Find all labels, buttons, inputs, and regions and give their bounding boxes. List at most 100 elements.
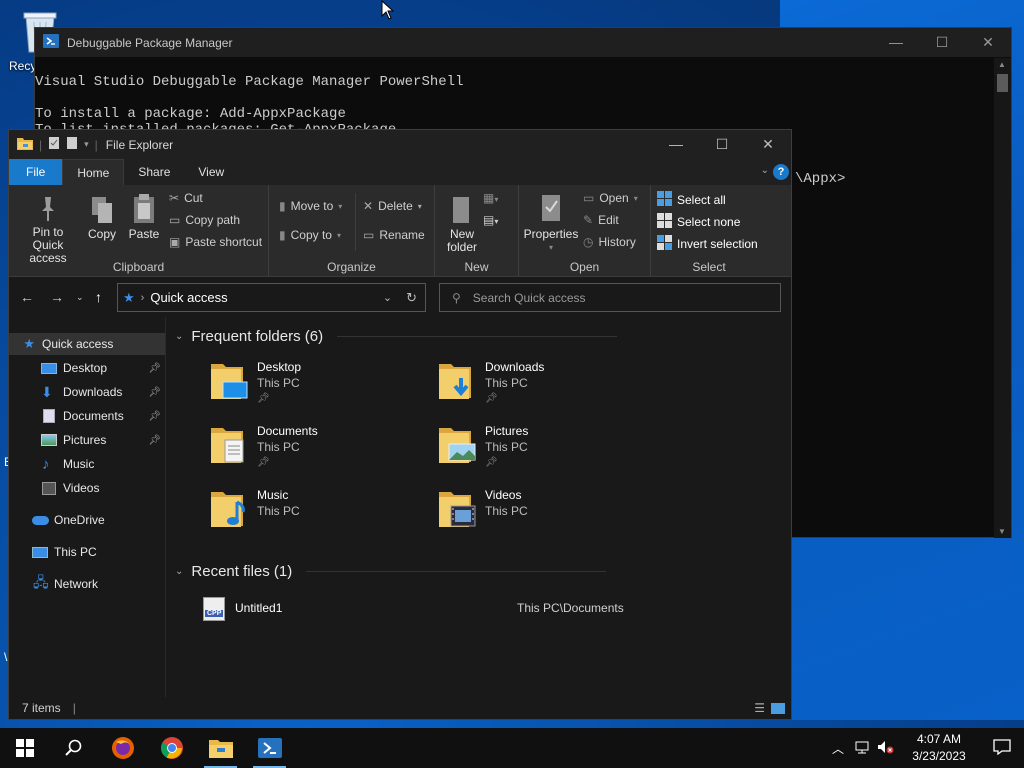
- search-button[interactable]: [49, 728, 98, 768]
- address-bar[interactable]: ★ › Quick access ⌄ ↻: [117, 283, 426, 312]
- nav-item-downloads[interactable]: ⬇ Downloads 📌︎: [9, 381, 165, 403]
- folder-tile-videos[interactable]: Videos This PC: [437, 488, 657, 546]
- folder-tile-desktop[interactable]: Desktop This PC 📌︎: [209, 360, 429, 418]
- taskbar-file-explorer-button[interactable]: [196, 728, 245, 768]
- close-button[interactable]: ✕: [745, 136, 791, 153]
- scrollbar-thumb[interactable]: [997, 74, 1008, 92]
- nav-item-onedrive[interactable]: OneDrive: [9, 509, 165, 531]
- nav-item-desktop[interactable]: Desktop 📌︎: [9, 357, 165, 379]
- new-folder-button[interactable]: New folder: [439, 195, 485, 254]
- copy-path-button[interactable]: ▭ Copy path: [169, 213, 240, 227]
- new-folder-icon: [439, 195, 485, 228]
- folder-tile-music[interactable]: Music This PC: [209, 488, 429, 546]
- copy-to-button[interactable]: ▮ Copy to ▾: [279, 228, 341, 242]
- taskbar-chrome-button[interactable]: [147, 728, 196, 768]
- up-arrow-icon[interactable]: ↑: [95, 289, 102, 305]
- list-item[interactable]: CPP Untitled1 This PC\Documents: [203, 597, 763, 623]
- volume-muted-icon[interactable]: [876, 740, 894, 757]
- expand-ribbon-icon[interactable]: ⌄: [761, 165, 769, 176]
- folder-tile-documents[interactable]: Documents This PC 📌︎: [209, 424, 429, 482]
- scroll-down-icon[interactable]: ▼: [998, 527, 1006, 536]
- explorer-titlebar[interactable]: | ▾ | File Explorer — ☐ ✕: [9, 130, 791, 159]
- pin-to-quick-access-button[interactable]: Pin to Quick access: [13, 195, 83, 265]
- pin-icon[interactable]: 📌︎: [148, 411, 161, 422]
- minimize-button[interactable]: —: [653, 136, 699, 153]
- new-folder-qat-icon[interactable]: [66, 136, 78, 153]
- properties-button[interactable]: Properties ▾: [523, 193, 579, 254]
- copy-button[interactable]: Copy: [85, 195, 119, 241]
- nav-item-this-pc[interactable]: This PC: [9, 541, 165, 563]
- frequent-folders-header[interactable]: ⌄ Frequent folders (6): [175, 328, 618, 345]
- recent-files-header[interactable]: ⌄ Recent files (1): [175, 563, 607, 580]
- nav-item-quick-access[interactable]: ★ Quick access: [9, 333, 165, 355]
- paste-button[interactable]: Paste: [125, 193, 163, 241]
- open-button[interactable]: ▭ Open ▾: [583, 191, 638, 205]
- pin-icon[interactable]: 📌︎: [148, 387, 161, 398]
- nav-label: Videos: [63, 481, 100, 495]
- back-arrow-icon[interactable]: ←: [20, 289, 34, 305]
- help-icon[interactable]: ?: [773, 164, 789, 180]
- breadcrumb-chevron-icon[interactable]: ›: [141, 292, 145, 304]
- paste-shortcut-button[interactable]: ▣ Paste shortcut: [169, 235, 262, 249]
- invert-selection-button[interactable]: Invert selection: [657, 235, 758, 253]
- powershell-titlebar[interactable]: Debuggable Package Manager — ☐ ✕: [35, 28, 1011, 57]
- forward-arrow-icon[interactable]: →: [50, 289, 64, 305]
- refresh-icon[interactable]: ↻: [406, 290, 417, 306]
- content-pane[interactable]: ⌄ Frequent folders (6) Desktop This PC 📌…: [167, 317, 791, 699]
- maximize-button[interactable]: ☐: [919, 34, 965, 51]
- address-dropdown-icon[interactable]: ⌄: [383, 291, 392, 304]
- details-view-icon[interactable]: ☰: [754, 701, 765, 715]
- folder-name: Videos: [485, 488, 522, 502]
- pin-icon[interactable]: 📌︎: [148, 435, 161, 446]
- ribbon: Pin to Quick access Copy Paste ✂ Cut ▭ Cop…: [9, 185, 791, 277]
- show-hidden-icons-chevron-icon[interactable]: ︿: [832, 740, 844, 757]
- large-icons-view-icon[interactable]: [771, 702, 785, 714]
- tab-view[interactable]: View: [184, 159, 238, 185]
- scroll-up-icon[interactable]: ▲: [998, 60, 1006, 69]
- collapse-chevron-icon[interactable]: ⌄: [175, 566, 183, 577]
- qat-dropdown-icon[interactable]: ▾: [84, 139, 89, 150]
- search-input[interactable]: ⚲ Search Quick access: [439, 283, 781, 312]
- nav-item-documents[interactable]: Documents 📌︎: [9, 405, 165, 427]
- tab-home[interactable]: Home: [62, 159, 125, 185]
- tab-share[interactable]: Share: [124, 159, 184, 185]
- paste-shortcut-icon: ▣: [169, 235, 181, 249]
- scrollbar[interactable]: ▲ ▼: [994, 58, 1011, 538]
- folder-tile-downloads[interactable]: Downloads This PC 📌︎: [437, 360, 657, 418]
- minimize-button[interactable]: —: [873, 34, 919, 51]
- tab-file[interactable]: File: [9, 159, 63, 185]
- nav-item-pictures[interactable]: Pictures 📌︎: [9, 429, 165, 451]
- recent-locations-icon[interactable]: ⌄: [76, 292, 84, 303]
- taskbar-firefox-button[interactable]: [98, 728, 147, 768]
- properties-qat-icon[interactable]: [48, 136, 60, 153]
- rename-button[interactable]: ▭ Rename: [363, 228, 425, 242]
- history-button[interactable]: ◷ History: [583, 235, 636, 249]
- clock[interactable]: 4:07 AM 3/23/2023: [898, 731, 980, 765]
- recent-header-label: Recent files (1): [191, 563, 293, 580]
- delete-button[interactable]: ✕ Delete ▾: [363, 199, 422, 213]
- navigation-pane[interactable]: ★ Quick access Desktop 📌︎ ⬇ Downloads 📌︎ Doc…: [9, 317, 166, 699]
- cut-button[interactable]: ✂ Cut: [169, 191, 203, 205]
- new-item-icon[interactable]: ▦▾: [483, 191, 498, 205]
- nav-item-videos[interactable]: Videos: [9, 477, 165, 499]
- delete-icon: ✕: [363, 199, 374, 213]
- easy-access-icon[interactable]: ▤▾: [483, 213, 498, 227]
- edit-label: Edit: [598, 213, 619, 227]
- edit-button[interactable]: ✎ Edit: [583, 213, 619, 227]
- nav-item-network[interactable]: 🖧︎ Network: [9, 573, 165, 595]
- taskbar-powershell-button[interactable]: [245, 728, 294, 768]
- paste-shortcut-label: Paste shortcut: [185, 235, 263, 249]
- nav-item-music[interactable]: ♪ Music: [9, 453, 165, 475]
- move-to-button[interactable]: ▮ Move to ▾: [279, 199, 342, 213]
- maximize-button[interactable]: ☐: [699, 136, 745, 153]
- network-status-icon[interactable]: [854, 740, 870, 757]
- start-button[interactable]: [0, 728, 49, 768]
- pin-icon[interactable]: 📌︎: [148, 363, 161, 374]
- file-explorer-window[interactable]: | ▾ | File Explorer — ☐ ✕ File Home Shar…: [8, 129, 792, 720]
- collapse-chevron-icon[interactable]: ⌄: [175, 331, 183, 342]
- notification-center-icon[interactable]: [980, 738, 1024, 758]
- close-button[interactable]: ✕: [965, 34, 1011, 51]
- select-none-button[interactable]: Select none: [657, 213, 740, 231]
- folder-tile-pictures[interactable]: Pictures This PC 📌︎: [437, 424, 657, 482]
- select-all-button[interactable]: Select all: [657, 191, 726, 209]
